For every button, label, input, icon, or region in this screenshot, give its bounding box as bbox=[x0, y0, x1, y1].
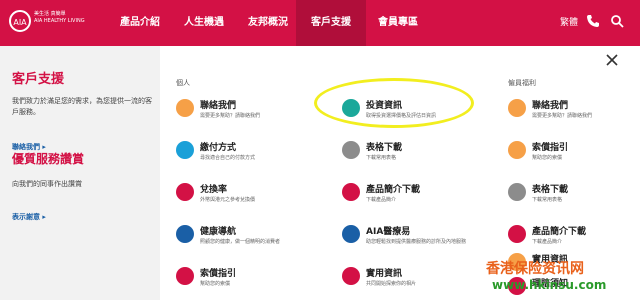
left-panel: 客戶支援 我們致力於滿足您的需求，為您提供一流的客戶服務。 聯絡我們 ▸ 優質服… bbox=[0, 46, 160, 300]
info-icon bbox=[342, 267, 360, 285]
menu-item-subtitle: 照顧您的健康，做一個精明的消費者 bbox=[200, 239, 281, 245]
benefit-item-contact[interactable]: 聯絡我們 需要更多幫助？請聯絡我們 bbox=[508, 96, 628, 126]
menu-item-title: 實用資訊 bbox=[366, 269, 403, 279]
menu-item-claims[interactable]: 索償指引 幫助您的索償 bbox=[176, 264, 316, 294]
menu-item-title: 索償指引 bbox=[200, 269, 237, 279]
menu-item-title: 產品簡介下載 bbox=[532, 227, 587, 237]
nav-product[interactable]: 產品介紹 bbox=[108, 0, 172, 46]
menu-item-forms[interactable]: 表格下載 下載常用表格 bbox=[342, 138, 492, 168]
personal-column-header: 個人 bbox=[176, 79, 190, 87]
top-nav-bar: AIA 美生活 真簡單 AIA HEALTHY LIVING 產品介紹 人生機遇… bbox=[0, 0, 640, 46]
close-icon[interactable] bbox=[606, 54, 618, 66]
menu-item-health-nav[interactable]: 健康導航 照顧您的健康，做一個精明的消費者 bbox=[176, 222, 316, 252]
menu-item-subtitle: 下載產品簡介 bbox=[366, 197, 397, 203]
menu-item-title: 健康導航 bbox=[200, 227, 237, 237]
service-praise-subtitle: 向我們的同事作出讚賞 bbox=[12, 180, 82, 188]
svg-text:AIA: AIA bbox=[13, 18, 27, 27]
menu-item-subtitle: 下載常用表格 bbox=[532, 197, 563, 203]
contact-icon bbox=[176, 99, 194, 117]
medical-icon bbox=[342, 225, 360, 243]
brand-text: 美生活 真簡單 AIA HEALTHY LIVING bbox=[34, 11, 85, 25]
menu-item-subtitle: 助您輕鬆找到提供醫療服務的診所及內地服務 bbox=[366, 239, 467, 245]
menu-item-title: 兌換率 bbox=[200, 185, 228, 195]
thanks-link[interactable]: 表示謝意 ▸ bbox=[12, 212, 46, 222]
menu-item-subtitle: 下載產品簡介 bbox=[532, 239, 563, 245]
form-icon bbox=[508, 183, 526, 201]
menu-item-title: 產品簡介下載 bbox=[366, 185, 421, 195]
menu-item-payment[interactable]: 繳付方式 尋找適合自己的付款方式 bbox=[176, 138, 316, 168]
benefit-item-forms[interactable]: 表格下載 下載常用表格 bbox=[508, 180, 628, 210]
highlight-ellipse bbox=[314, 78, 474, 128]
menu-item-aia-medical[interactable]: AIA醫療易 助您輕鬆找到提供醫療服務的診所及內地服務 bbox=[342, 222, 492, 252]
nav-member[interactable]: 會員專區 bbox=[366, 0, 430, 46]
panel-title: 客戶支援 bbox=[12, 72, 65, 87]
menu-item-subtitle: 外幣與港元之參考兌換價 bbox=[200, 197, 256, 203]
menu-item-subtitle: 共同開始探索你的相片 bbox=[366, 281, 417, 287]
nav-about[interactable]: 友邦概況 bbox=[236, 0, 300, 46]
benefit-item-claims[interactable]: 索償指引 幫助您的索償 bbox=[508, 138, 628, 168]
search-icon[interactable] bbox=[610, 14, 624, 28]
brochure-icon bbox=[342, 183, 360, 201]
menu-item-exchange-rate[interactable]: 兌換率 外幣與港元之參考兌換價 bbox=[176, 180, 316, 210]
menu-item-subtitle: 需要更多幫助？請聯絡我們 bbox=[532, 113, 593, 119]
brochure-icon bbox=[508, 225, 526, 243]
nav-customer-support[interactable]: 客戶支援 bbox=[296, 0, 366, 46]
menu-item-useful-info[interactable]: 實用資訊 共同開始探索你的相片 bbox=[342, 264, 492, 294]
brand-name-line2: AIA HEALTHY LIVING bbox=[34, 18, 85, 24]
watermark-line1: 香港保险资讯网 bbox=[486, 261, 584, 277]
dollar-icon bbox=[176, 141, 194, 159]
panel-description: 我們致力於滿足您的需求，為您提供一流的客戶服務。 bbox=[12, 97, 152, 116]
menu-item-contact[interactable]: 聯絡我們 需要更多幫助？請聯絡我們 bbox=[176, 96, 316, 126]
menu-item-subtitle: 需要更多幫助？請聯絡我們 bbox=[200, 113, 261, 119]
menu-item-title: 索償指引 bbox=[532, 143, 569, 153]
menu-item-title: 表格下載 bbox=[532, 185, 569, 195]
language-toggle[interactable]: 繁體 bbox=[560, 15, 578, 28]
benefit-item-brochures[interactable]: 產品簡介下載 下載產品簡介 bbox=[508, 222, 628, 252]
nav-life-opportunity[interactable]: 人生機遇 bbox=[172, 0, 236, 46]
menu-item-subtitle: 下載常用表格 bbox=[366, 155, 397, 161]
menu-item-title: AIA醫療易 bbox=[366, 227, 411, 237]
menu-item-title: 表格下載 bbox=[366, 143, 403, 153]
menu-item-brochures[interactable]: 產品簡介下載 下載產品簡介 bbox=[342, 180, 492, 210]
brand-name-line1: 美生活 真簡單 bbox=[34, 11, 66, 17]
menu-item-title: 聯絡我們 bbox=[532, 101, 569, 111]
menu-item-subtitle: 幫助您的索償 bbox=[532, 155, 563, 161]
phone-icon[interactable] bbox=[586, 14, 600, 28]
health-icon bbox=[176, 225, 194, 243]
claims-icon bbox=[176, 267, 194, 285]
form-icon bbox=[342, 141, 360, 159]
contact-icon bbox=[508, 99, 526, 117]
claims-icon bbox=[508, 141, 526, 159]
service-praise-title: 優質服務讚賞 bbox=[12, 152, 85, 166]
exchange-icon bbox=[176, 183, 194, 201]
benefits-column-header: 僱員福利 bbox=[508, 79, 536, 87]
watermark-line2: www.hkinsu.com bbox=[492, 278, 607, 292]
menu-item-title: 繳付方式 bbox=[200, 143, 237, 153]
aia-logo-icon[interactable]: AIA bbox=[8, 9, 32, 35]
menu-item-subtitle: 尋找適合自己的付款方式 bbox=[200, 155, 256, 161]
menu-item-title: 聯絡我們 bbox=[200, 101, 237, 111]
menu-item-subtitle: 幫助您的索償 bbox=[200, 281, 231, 287]
